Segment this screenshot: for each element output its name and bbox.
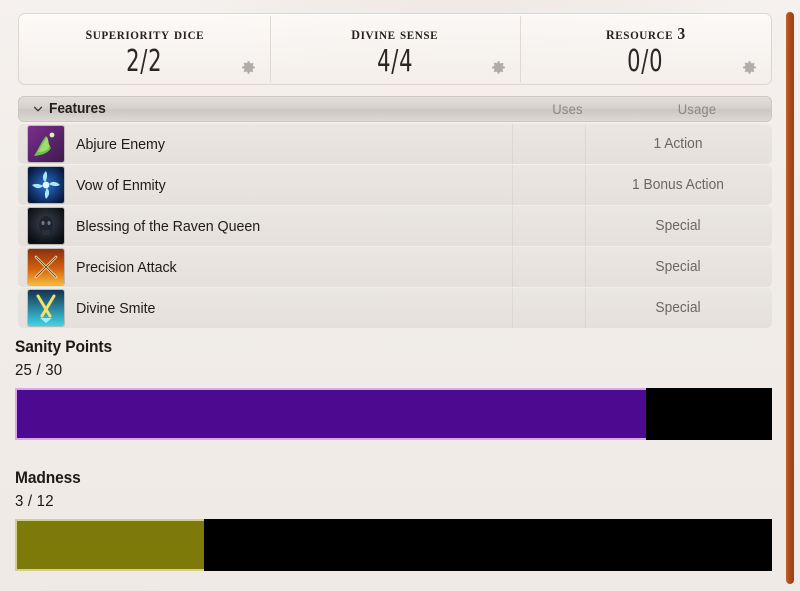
feature-usage: 1 Bonus Action — [632, 177, 724, 193]
chevron-down-icon[interactable] — [31, 102, 45, 116]
stat-bar-track[interactable] — [15, 519, 772, 571]
features-section-title: Features — [49, 101, 106, 117]
feature-name: Abjure Enemy — [76, 135, 165, 153]
vertical-scrollbar-thumb[interactable] — [786, 12, 794, 584]
stat-bar-fill — [15, 388, 646, 440]
vow-of-enmity-icon — [28, 167, 64, 203]
feature-name: Blessing of the Raven Queen — [76, 217, 261, 235]
abjure-enemy-icon — [28, 126, 64, 162]
resource-panel-resource-3[interactable]: Resource 3 0/0 — [520, 14, 771, 84]
feature-name: Precision Attack — [76, 258, 177, 276]
features-section-header[interactable]: Features Uses Usage — [18, 96, 772, 122]
stat-bar-track[interactable] — [15, 388, 772, 440]
column-header-usage: Usage — [677, 101, 717, 117]
resource-title: Superiority Dice — [84, 23, 204, 44]
resource-value: 2/2 — [126, 44, 163, 79]
table-row[interactable]: Abjure Enemy 1 Action — [18, 124, 772, 164]
stat-label: Madness — [15, 469, 81, 487]
column-divider — [585, 124, 586, 164]
character-sheet-panel: Superiority Dice 2/2 Divine Sense 4/4 Re… — [0, 0, 800, 591]
feature-usage: Special — [655, 300, 701, 316]
column-divider — [585, 247, 586, 287]
column-header-uses: Uses — [552, 101, 583, 117]
gear-icon[interactable] — [741, 59, 758, 76]
stat-block-madness: Madness 3 / 12 — [15, 469, 772, 571]
raven-queen-icon — [28, 208, 64, 244]
divine-smite-icon — [28, 290, 64, 326]
column-divider — [585, 206, 586, 246]
resource-title: Resource 3 — [605, 23, 686, 44]
features-list: Abjure Enemy 1 Action Vow of Enmity 1 Bo… — [18, 124, 772, 329]
precision-attack-icon — [28, 249, 64, 285]
resource-title: Divine Sense — [351, 23, 439, 44]
feature-usage: Special — [655, 218, 701, 234]
stat-value: 25 / 30 — [15, 362, 63, 379]
column-divider — [585, 288, 586, 328]
table-row[interactable]: Blessing of the Raven Queen Special — [18, 206, 772, 246]
resource-tracker-bar: Superiority Dice 2/2 Divine Sense 4/4 Re… — [18, 13, 772, 85]
stat-value: 3 / 12 — [15, 493, 54, 510]
resource-value: 4/4 — [376, 44, 414, 79]
feature-name: Vow of Enmity — [76, 176, 166, 194]
feature-usage: Special — [655, 259, 701, 275]
resource-panel-superiority-dice[interactable]: Superiority Dice 2/2 — [19, 14, 270, 84]
vertical-scrollbar-track[interactable] — [783, 0, 797, 591]
feature-name: Divine Smite — [76, 299, 156, 317]
resource-value: 0/0 — [627, 44, 664, 79]
stat-block-sanity-points: Sanity Points 25 / 30 — [15, 338, 772, 440]
stat-label: Sanity Points — [15, 338, 113, 356]
resource-panel-divine-sense[interactable]: Divine Sense 4/4 — [269, 14, 521, 84]
feature-usage: 1 Action — [653, 136, 703, 152]
gear-icon[interactable] — [490, 59, 507, 76]
gear-icon[interactable] — [240, 59, 257, 76]
table-row[interactable]: Vow of Enmity 1 Bonus Action — [18, 165, 772, 205]
column-divider — [585, 165, 586, 205]
table-row[interactable]: Precision Attack Special — [18, 247, 772, 287]
table-row[interactable]: Divine Smite Special — [18, 288, 772, 328]
stat-bar-fill — [15, 519, 205, 571]
